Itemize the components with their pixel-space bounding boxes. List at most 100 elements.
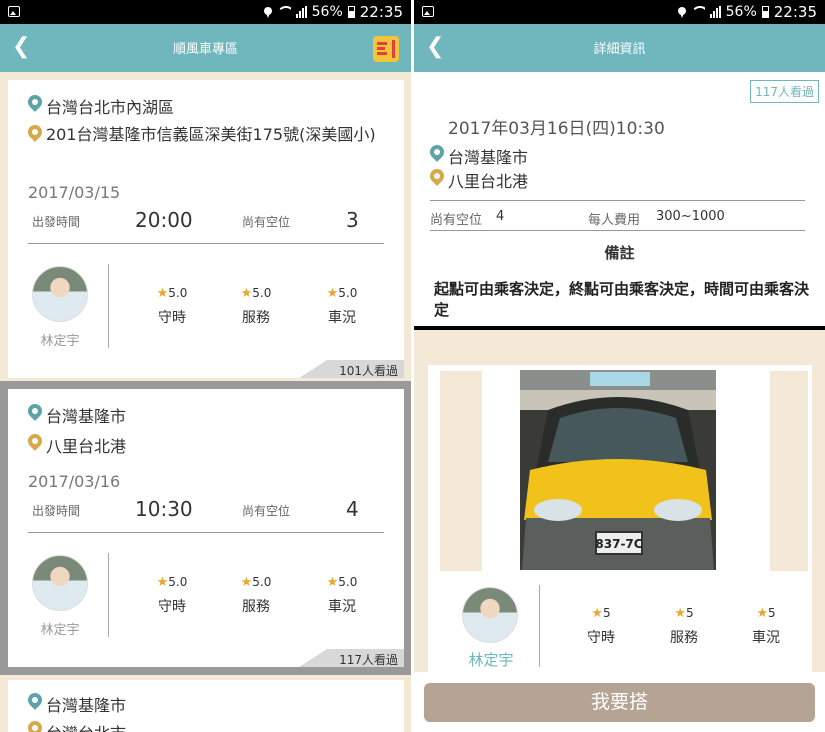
- clock: 22:35: [773, 3, 817, 21]
- destination-line: 八里台北港: [28, 433, 126, 457]
- app-bar: ❮ 順風車專區: [0, 24, 411, 72]
- star-icon: ★: [156, 575, 169, 590]
- rating-car-condition: ★5 車況: [752, 606, 780, 646]
- avatar: [32, 555, 88, 611]
- star-icon: ★: [674, 606, 686, 621]
- photo-side-panel: [440, 371, 482, 571]
- destination-pin-icon: [28, 434, 42, 453]
- rating-service: ★5.0 服務: [240, 575, 272, 615]
- rating-punctuality: ★5.0 守時: [156, 575, 188, 615]
- ride-request-button[interactable]: 我要搭: [424, 683, 815, 722]
- destination-pin-icon: [28, 721, 42, 732]
- views-badge: 117人看過: [299, 649, 404, 667]
- seats-label: 尚有空位: [430, 213, 483, 228]
- fee-label: 每人費用: [588, 213, 641, 228]
- rating-car-condition: ★5.0 車況: [326, 286, 358, 326]
- rating-service: ★5.0 服務: [240, 286, 272, 326]
- wifi-icon: [276, 6, 291, 18]
- seats-count: 4: [346, 497, 359, 521]
- photo-side-panel: [770, 371, 808, 571]
- location-icon: [263, 6, 272, 18]
- panel-shadow: [414, 326, 825, 330]
- origin-line: 台灣基隆市: [28, 692, 126, 716]
- origin-pin-icon: [28, 693, 42, 712]
- ride-card-selected[interactable]: 台灣基隆市 八里台北港 2017/03/16 出發時間 10:30 尚有空位 4…: [8, 389, 404, 667]
- seats-count: 3: [346, 208, 359, 232]
- origin-line: 台灣基隆市: [430, 144, 528, 168]
- star-icon: ★: [240, 575, 253, 590]
- taxi-image: 837-7C: [522, 372, 714, 570]
- battery-icon: [347, 6, 355, 18]
- origin-pin-icon: [430, 145, 444, 164]
- ride-detail-screen: 56% 22:35 ❮ 詳細資訊 117人看過 2017年03月16日(四)10…: [414, 0, 825, 732]
- destination-line: 201台灣基隆市信義區深美街175號(深美國小): [28, 124, 378, 146]
- destination-line: 台灣台北市: [28, 720, 126, 732]
- battery-level: 56%: [725, 4, 757, 20]
- page-title: 順風車專區: [172, 42, 238, 57]
- status-bar: 56% 22:35: [414, 0, 825, 24]
- location-icon: [677, 6, 686, 18]
- driver-name: 林定宇: [40, 334, 80, 349]
- origin-line: 台灣台北市內湖區: [28, 94, 174, 118]
- signal-icon: [295, 6, 307, 18]
- divider: [430, 200, 805, 201]
- seats-label: 尚有空位: [242, 504, 291, 518]
- star-icon: ★: [240, 286, 253, 301]
- destination-pin-icon: [28, 125, 42, 144]
- divider: [430, 230, 805, 231]
- views-badge: 117人看過: [750, 80, 819, 103]
- rating-service: ★5 服務: [670, 606, 698, 646]
- page-title: 詳細資訊: [593, 42, 646, 57]
- battery-icon: [761, 6, 769, 18]
- star-icon: ★: [156, 286, 169, 301]
- star-icon: ★: [756, 606, 768, 621]
- car-photo: 837-7C: [520, 370, 716, 570]
- star-icon: ★: [326, 286, 339, 301]
- depart-label: 出發時間: [32, 215, 81, 229]
- app-bar: ❮ 詳細資訊: [414, 24, 825, 72]
- divider: [28, 243, 384, 244]
- wifi-icon: [690, 6, 705, 18]
- destination-line: 八里台北港: [430, 168, 528, 192]
- depart-time: 20:00: [135, 208, 193, 232]
- origin-pin-icon: [28, 95, 42, 114]
- seats-label: 尚有空位: [242, 215, 291, 229]
- license-plate: 837-7C: [595, 537, 642, 551]
- ride-date: 2017/03/15: [28, 183, 121, 202]
- ride-date: 2017/03/16: [28, 472, 121, 491]
- rating-punctuality: ★5.0 守時: [156, 286, 188, 326]
- driver-card: 837-7C 林定宇 ★5 守時 ★5 服務 ★5 車況: [428, 365, 812, 672]
- clock: 22:35: [359, 3, 403, 21]
- notes-text: 起點可由乘客決定，終點可由乘客決定，時間可由乘客決定: [434, 280, 810, 319]
- gallery-notification-icon: [422, 6, 434, 17]
- ride-datetime: 2017年03月16日(四)10:30: [448, 119, 665, 139]
- origin-line: 台灣基隆市: [28, 403, 126, 427]
- divider-vertical: [539, 585, 540, 667]
- sort-filter-icon[interactable]: [373, 36, 399, 62]
- views-badge: 101人看過: [299, 360, 404, 378]
- depart-time: 10:30: [135, 497, 193, 521]
- ride-card[interactable]: 台灣台北市內湖區 201台灣基隆市信義區深美街175號(深美國小) 2017/0…: [8, 80, 404, 378]
- rating-punctuality: ★5 守時: [587, 606, 615, 646]
- destination-pin-icon: [430, 169, 444, 188]
- battery-level: 56%: [311, 4, 343, 20]
- status-bar: 56% 22:35: [0, 0, 411, 24]
- origin-pin-icon: [28, 404, 42, 423]
- star-icon: ★: [326, 575, 339, 590]
- gallery-notification-icon: [8, 6, 20, 17]
- signal-icon: [709, 6, 721, 18]
- depart-label: 出發時間: [32, 504, 81, 518]
- avatar: [32, 266, 88, 322]
- driver-name: 林定宇: [468, 651, 514, 669]
- star-icon: ★: [591, 606, 603, 621]
- fee-value: 300~1000: [656, 209, 725, 224]
- divider-vertical: [108, 264, 109, 348]
- divider-vertical: [108, 553, 109, 637]
- driver-name: 林定宇: [40, 623, 80, 638]
- avatar: [462, 587, 518, 643]
- divider: [28, 532, 384, 533]
- seats-count: 4: [496, 209, 505, 224]
- ride-card[interactable]: 台灣基隆市 台灣台北市: [8, 680, 404, 732]
- detail-info-panel: 117人看過 2017年03月16日(四)10:30 台灣基隆市 八里台北港 尚…: [414, 72, 825, 328]
- ride-list-screen: 56% 22:35 ❮ 順風車專區 台灣台北市內湖區 201台灣基隆市信義區深美…: [0, 0, 411, 732]
